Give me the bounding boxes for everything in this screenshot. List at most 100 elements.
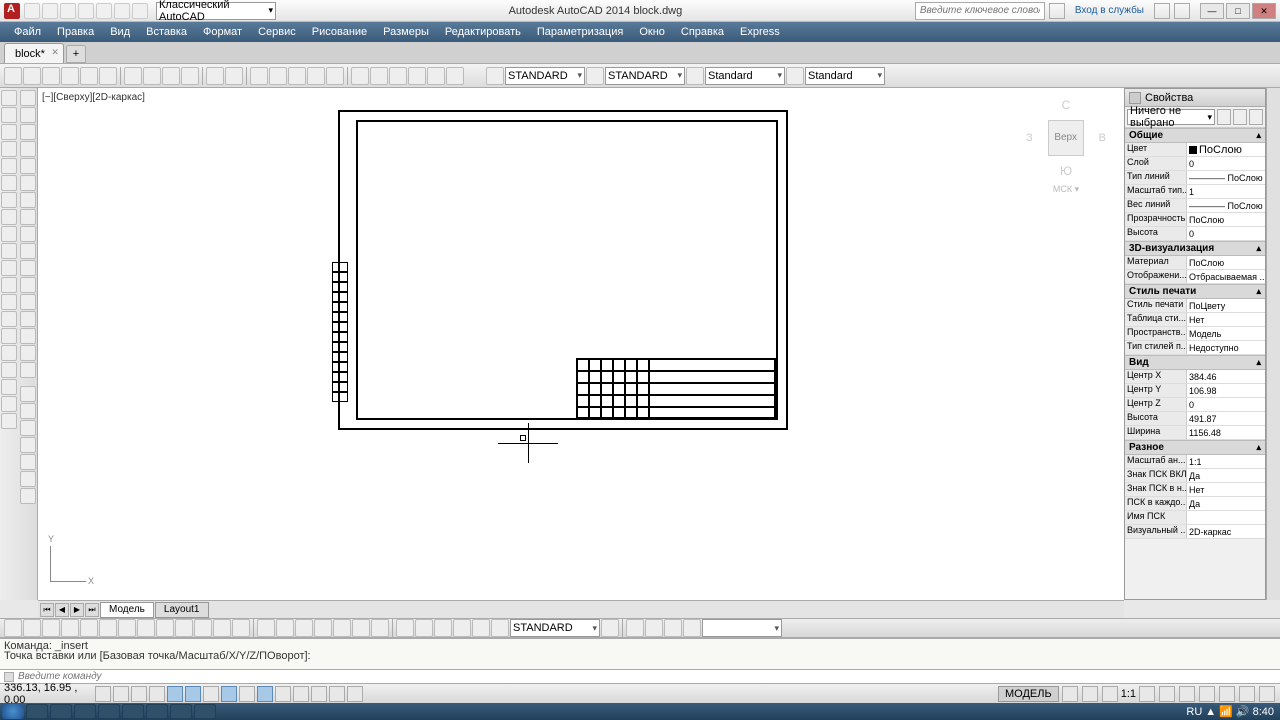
leader-icon[interactable] (396, 619, 414, 637)
3dosnap-button[interactable] (203, 686, 219, 702)
mlstyle-icon[interactable] (786, 67, 804, 85)
stretch-icon[interactable] (20, 226, 36, 242)
preview-icon[interactable] (80, 67, 98, 85)
pan-icon[interactable] (250, 67, 268, 85)
prop-width[interactable]: Ширина1156.48 (1125, 426, 1265, 440)
id-icon[interactable] (20, 454, 36, 470)
annoscale-icon[interactable] (1102, 686, 1118, 702)
mleader-icon[interactable] (415, 619, 433, 637)
hardware-accel-icon[interactable] (1219, 686, 1235, 702)
taskbar-app2-icon[interactable] (98, 704, 120, 719)
dimbreak-icon[interactable] (232, 619, 250, 637)
maximize-button[interactable]: □ (1226, 3, 1250, 19)
ducs-button[interactable] (239, 686, 255, 702)
chamfer-icon[interactable] (20, 311, 36, 327)
rectangle-icon[interactable] (1, 158, 17, 174)
sc-button[interactable] (329, 686, 345, 702)
qat-undo-icon[interactable] (114, 3, 130, 19)
tolerance-icon[interactable] (257, 619, 275, 637)
selection-combo[interactable]: Ничего не выбрано (1127, 109, 1215, 125)
lwt-button[interactable] (275, 686, 291, 702)
tray-volume-icon[interactable]: 🔊 (1236, 705, 1250, 718)
prop-annoscale[interactable]: Масштаб ан...1:1 (1125, 455, 1265, 469)
tpy-button[interactable] (293, 686, 309, 702)
mirror-icon[interactable] (20, 124, 36, 140)
vp2-icon[interactable] (645, 619, 663, 637)
dimstyle-icon[interactable] (586, 67, 604, 85)
prop-plotspace[interactable]: Пространств...Модель (1125, 327, 1265, 341)
vp1-icon[interactable] (626, 619, 644, 637)
erase-icon[interactable] (20, 90, 36, 106)
zoom-extents-icon[interactable] (326, 67, 344, 85)
prop-layer[interactable]: Слой0 (1125, 157, 1265, 171)
move-icon[interactable] (20, 175, 36, 191)
textstyle-combo[interactable]: STANDARD (505, 67, 585, 85)
am-button[interactable] (347, 686, 363, 702)
close-button[interactable]: ✕ (1252, 3, 1276, 19)
otrack-button[interactable] (221, 686, 237, 702)
mlstyle-combo[interactable]: Standard (805, 67, 885, 85)
viewcube-face[interactable]: Верх (1048, 120, 1084, 156)
tab-model[interactable]: Модель (100, 602, 154, 618)
insert-icon[interactable] (1, 277, 17, 293)
prop-thickness[interactable]: Высота0 (1125, 227, 1265, 241)
tray-lang[interactable]: RU (1186, 706, 1202, 718)
prop-centerz[interactable]: Центр Z0 (1125, 398, 1265, 412)
prop-linetype[interactable]: Тип линий———— ПоСлою (1125, 171, 1265, 185)
menu-express[interactable]: Express (732, 26, 788, 38)
ellipsearc-icon[interactable] (1, 260, 17, 276)
jogged-dim-icon[interactable] (99, 619, 117, 637)
array-icon[interactable] (20, 158, 36, 174)
qat-new-icon[interactable] (24, 3, 40, 19)
centermark-icon[interactable] (276, 619, 294, 637)
mleaderadd-icon[interactable] (472, 619, 490, 637)
prop-shadow[interactable]: Отображени...Отбрасываемая ... (1125, 270, 1265, 284)
infer-button[interactable] (95, 686, 111, 702)
mleaderalign-icon[interactable] (453, 619, 471, 637)
undo-icon[interactable] (206, 67, 224, 85)
locate-icon[interactable] (20, 471, 36, 487)
markup-icon[interactable] (427, 67, 445, 85)
quickselect-icon[interactable] (20, 488, 36, 504)
menu-help[interactable]: Справка (673, 26, 732, 38)
cleanscreen-icon[interactable] (1259, 686, 1275, 702)
prop-ucsper[interactable]: ПСК в каждо...Да (1125, 497, 1265, 511)
cat-view[interactable]: Вид (1125, 355, 1265, 370)
save-icon[interactable] (42, 67, 60, 85)
list-icon[interactable] (20, 437, 36, 453)
region-icon[interactable] (1, 362, 17, 378)
help-icon[interactable] (1174, 3, 1190, 19)
toolbar-lock-icon[interactable] (1199, 686, 1215, 702)
pickadd-icon[interactable] (1233, 109, 1247, 125)
polygon-icon[interactable] (1, 141, 17, 157)
prop-height[interactable]: Высота491.87 (1125, 412, 1265, 426)
prop-centery[interactable]: Центр Y106.98 (1125, 384, 1265, 398)
scale-icon[interactable] (20, 209, 36, 225)
workspace-selector[interactable]: Классический AutoCAD (156, 2, 276, 20)
join-icon[interactable] (20, 294, 36, 310)
extend-icon[interactable] (20, 260, 36, 276)
tab-next-icon[interactable]: ▶ (70, 603, 84, 617)
tablestyle-combo[interactable]: Standard (705, 67, 785, 85)
zoom-previous-icon[interactable] (307, 67, 325, 85)
tab-last-icon[interactable]: ⏭ (85, 603, 99, 617)
jogline-icon[interactable] (314, 619, 332, 637)
addselected-icon[interactable] (1, 413, 17, 429)
publish-icon[interactable] (99, 67, 117, 85)
revcloud-icon[interactable] (1, 209, 17, 225)
start-button[interactable] (2, 704, 24, 719)
taskbar-explorer-icon[interactable] (50, 704, 72, 719)
prop-lweight[interactable]: Вес линий———— ПоСлою (1125, 199, 1265, 213)
prop-ucson[interactable]: Знак ПСК ВКЛДа (1125, 469, 1265, 483)
copy-icon[interactable] (143, 67, 161, 85)
prop-ucsname[interactable]: Имя ПСК (1125, 511, 1265, 525)
redo-icon[interactable] (225, 67, 243, 85)
zoom-window-icon[interactable] (288, 67, 306, 85)
point-icon[interactable] (1, 311, 17, 327)
dimstyle-combo[interactable]: STANDARD (605, 67, 685, 85)
tablestyle-icon[interactable] (686, 67, 704, 85)
dimedit-icon[interactable] (333, 619, 351, 637)
blend-icon[interactable] (20, 345, 36, 361)
menu-format[interactable]: Формат (195, 26, 250, 38)
quickselect-icon[interactable] (1217, 109, 1231, 125)
